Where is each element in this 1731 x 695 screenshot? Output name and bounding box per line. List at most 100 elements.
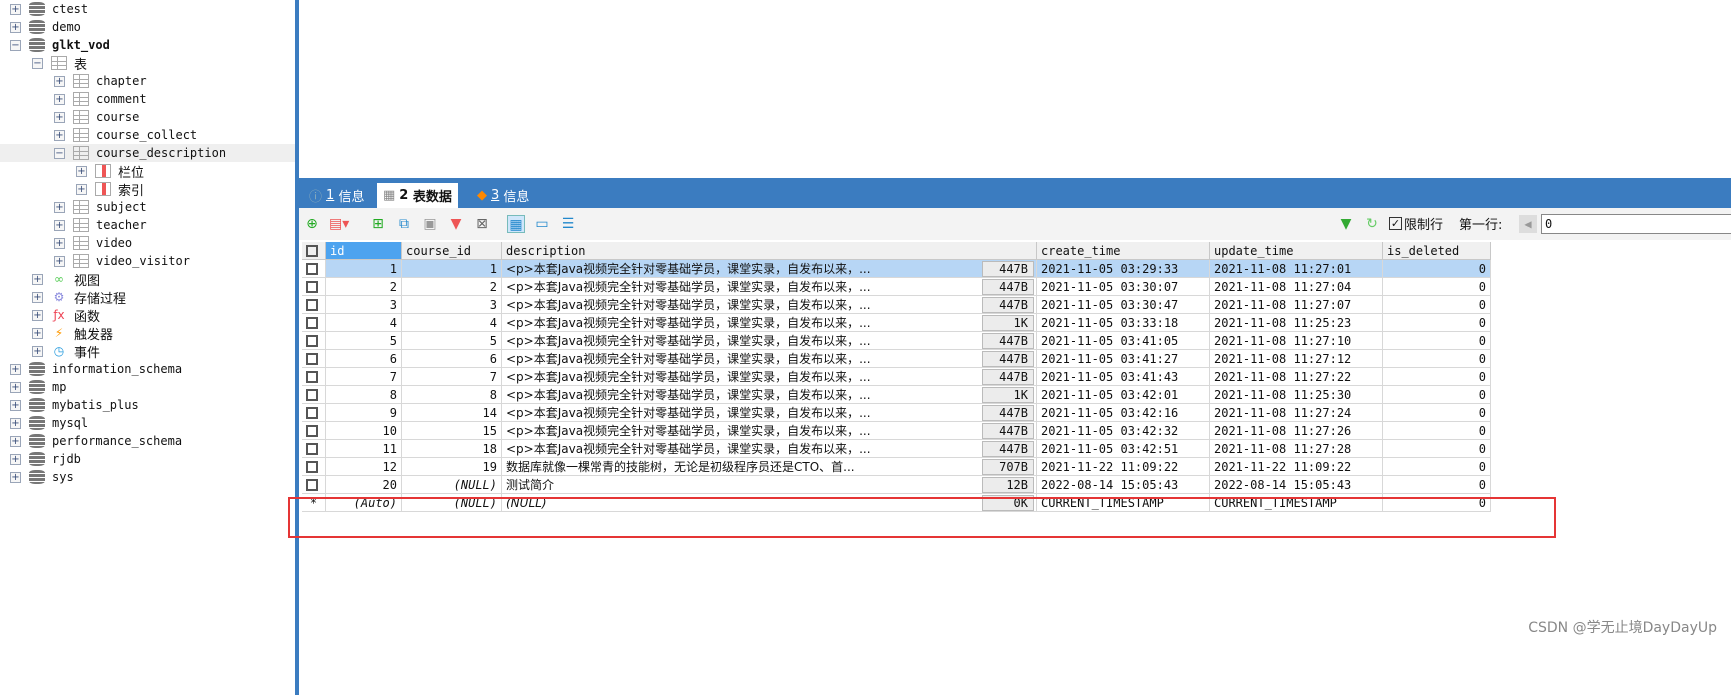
- select-all-cell[interactable]: [302, 242, 326, 260]
- cell-is-deleted[interactable]: 0: [1383, 404, 1491, 422]
- row-checkbox[interactable]: [306, 461, 318, 473]
- tree-node-mp[interactable]: + mp: [10, 378, 66, 396]
- text-view-icon[interactable]: ☰: [559, 215, 577, 233]
- cell-description[interactable]: 测试简介 12B: [502, 476, 1037, 494]
- blob-size-button[interactable]: 447B: [982, 369, 1034, 385]
- cell-create-time[interactable]: 2021-11-05 03:42:16: [1037, 404, 1210, 422]
- prev-page-button[interactable]: ◀: [1519, 215, 1537, 233]
- blob-size-button[interactable]: 447B: [982, 333, 1034, 349]
- tree-node-ctest[interactable]: + ctest: [10, 0, 88, 18]
- collapse-icon[interactable]: −: [54, 147, 65, 159]
- tab-table-data[interactable]: ▦ 2 表数据: [377, 183, 458, 208]
- cell-course-id[interactable]: 6: [402, 350, 502, 368]
- row-select-cell[interactable]: [302, 296, 326, 314]
- cell-course-id[interactable]: 4: [402, 314, 502, 332]
- cell-course-id[interactable]: 8: [402, 386, 502, 404]
- cell-is-deleted[interactable]: 0: [1383, 332, 1491, 350]
- cell-description[interactable]: <p>本套Java视频完全针对零基础学员，课堂实录，自发布以来，... 1K: [502, 386, 1037, 404]
- tree-node-sys[interactable]: + sys: [10, 468, 74, 486]
- form-view-icon[interactable]: ▭: [533, 215, 551, 233]
- cell-description[interactable]: 数据库就像一棵常青的技能树，无论是初级程序员还是CTO、首... 707B: [502, 458, 1037, 476]
- cell-description[interactable]: <p>本套Java视频完全针对零基础学员，课堂实录，自发布以来，... 447B: [502, 332, 1037, 350]
- row-checkbox[interactable]: [306, 443, 318, 455]
- cell-create-time[interactable]: 2021-11-05 03:29:33: [1037, 260, 1210, 278]
- cell-create-time[interactable]: 2021-11-05 03:30:07: [1037, 278, 1210, 296]
- expand-icon[interactable]: +: [54, 201, 65, 213]
- cell-update-time[interactable]: 2022-08-14 15:05:43: [1210, 476, 1383, 494]
- tree-node-video-visitor[interactable]: + video_visitor: [54, 252, 190, 270]
- blob-size-button[interactable]: 447B: [982, 261, 1034, 277]
- cell-id[interactable]: 11: [326, 440, 402, 458]
- blob-size-button[interactable]: 447B: [982, 441, 1034, 457]
- cell-course-id[interactable]: 19: [402, 458, 502, 476]
- add-row-icon[interactable]: ⊞: [369, 215, 387, 233]
- blob-size-button[interactable]: 1K: [982, 387, 1034, 403]
- cell-is-deleted[interactable]: 0: [1383, 440, 1491, 458]
- discard-icon[interactable]: ⊠: [473, 215, 491, 233]
- tree-node-触发器[interactable]: + ⚡ 触发器: [32, 324, 113, 343]
- tree-node-course-description[interactable]: − course_description: [0, 144, 295, 162]
- cell-description[interactable]: <p>本套Java视频完全针对零基础学员，课堂实录，自发布以来，... 447B: [502, 404, 1037, 422]
- cell-is-deleted[interactable]: 0: [1383, 296, 1491, 314]
- cell-id[interactable]: 9: [326, 404, 402, 422]
- row-select-cell[interactable]: [302, 314, 326, 332]
- expand-icon[interactable]: +: [10, 417, 21, 429]
- row-select-cell[interactable]: [302, 476, 326, 494]
- cell-course-id[interactable]: 1: [402, 260, 502, 278]
- cell-is-deleted[interactable]: 0: [1383, 476, 1491, 494]
- expand-icon[interactable]: +: [32, 273, 43, 285]
- blob-size-button[interactable]: 447B: [982, 405, 1034, 421]
- table-row[interactable]: 6 6 <p>本套Java视频完全针对零基础学员，课堂实录，自发布以来，... 447…: [302, 350, 1492, 368]
- row-checkbox[interactable]: [306, 353, 318, 365]
- expand-icon[interactable]: +: [54, 255, 65, 267]
- expand-icon[interactable]: +: [10, 399, 21, 411]
- expand-icon[interactable]: +: [32, 327, 43, 339]
- expand-icon[interactable]: +: [10, 435, 21, 447]
- row-select-cell[interactable]: [302, 260, 326, 278]
- limit-rows-checkbox[interactable]: ✓ 限制行: [1389, 214, 1443, 233]
- cell-is-deleted[interactable]: 0: [1383, 422, 1491, 440]
- column-header-description[interactable]: description: [502, 242, 1037, 260]
- select-all-checkbox[interactable]: [306, 245, 318, 257]
- tree-node-subject[interactable]: + subject: [54, 198, 147, 216]
- cell-update-time[interactable]: 2021-11-08 11:27:12: [1210, 350, 1383, 368]
- tab-info-3[interactable]: ◆ 3 信息: [471, 183, 535, 208]
- cell-is-deleted[interactable]: 0: [1383, 368, 1491, 386]
- row-select-cell[interactable]: [302, 350, 326, 368]
- expand-icon[interactable]: +: [10, 21, 21, 33]
- cell-description[interactable]: <p>本套Java视频完全针对零基础学员，课堂实录，自发布以来，... 447B: [502, 440, 1037, 458]
- duplicate-icon[interactable]: ⧉: [395, 215, 413, 233]
- cell-id[interactable]: 7: [326, 368, 402, 386]
- row-checkbox[interactable]: [306, 425, 318, 437]
- row-checkbox[interactable]: [306, 263, 318, 275]
- row-checkbox[interactable]: [306, 479, 318, 491]
- cell-course-id[interactable]: 2: [402, 278, 502, 296]
- tree-node-事件[interactable]: + ◷ 事件: [32, 342, 100, 361]
- cell-create-time[interactable]: 2021-11-22 11:09:22: [1037, 458, 1210, 476]
- cell-is-deleted[interactable]: 0: [1383, 278, 1491, 296]
- blob-size-button[interactable]: 447B: [982, 297, 1034, 313]
- cell-id[interactable]: 5: [326, 332, 402, 350]
- table-row[interactable]: 11 18 <p>本套Java视频完全针对零基础学员，课堂实录，自发布以来，... 4…: [302, 440, 1492, 458]
- save-icon[interactable]: ▣: [421, 215, 439, 233]
- cell-course-id[interactable]: 18: [402, 440, 502, 458]
- tab-info-1[interactable]: ⓘ 1 信息: [303, 183, 370, 208]
- expand-icon[interactable]: +: [54, 111, 65, 123]
- row-select-cell[interactable]: [302, 422, 326, 440]
- table-row[interactable]: 1 1 <p>本套Java视频完全针对零基础学员，课堂实录，自发布以来，... 447…: [302, 260, 1492, 278]
- table-row[interactable]: 9 14 <p>本套Java视频完全针对零基础学员，课堂实录，自发布以来，... 44…: [302, 404, 1492, 422]
- tree-node-mysql[interactable]: + mysql: [10, 414, 88, 432]
- tree-node-函数[interactable]: + ƒx 函数: [32, 306, 100, 325]
- blob-size-button[interactable]: 447B: [982, 423, 1034, 439]
- cell-update-time[interactable]: 2021-11-08 11:27:22: [1210, 368, 1383, 386]
- insert-row-icon[interactable]: ⊕: [303, 215, 321, 233]
- blob-size-button[interactable]: 1K: [982, 315, 1034, 331]
- table-row[interactable]: 2 2 <p>本套Java视频完全针对零基础学员，课堂实录，自发布以来，... 447…: [302, 278, 1492, 296]
- expand-icon[interactable]: +: [54, 129, 65, 141]
- cell-update-time[interactable]: 2021-11-08 11:25:23: [1210, 314, 1383, 332]
- row-select-cell[interactable]: [302, 440, 326, 458]
- row-select-cell[interactable]: [302, 458, 326, 476]
- expand-icon[interactable]: +: [76, 165, 87, 177]
- cell-course-id[interactable]: 7: [402, 368, 502, 386]
- column-header-id[interactable]: id: [326, 242, 402, 260]
